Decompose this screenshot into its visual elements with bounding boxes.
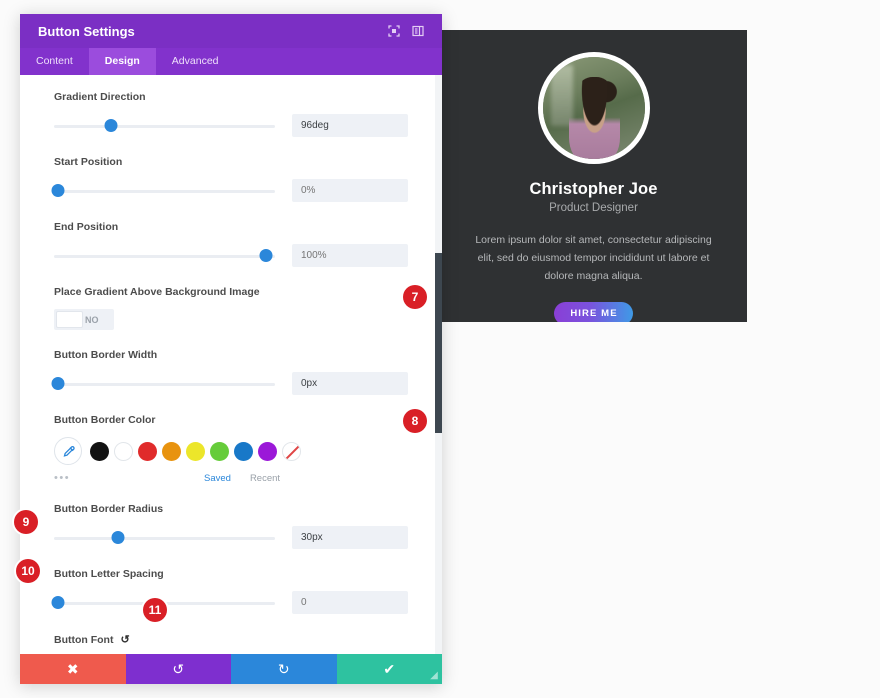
annotation-badge-10: 10 (16, 559, 40, 583)
slider-knob[interactable] (51, 376, 65, 390)
label-start-position: Start Position (54, 156, 123, 168)
swatch-yellow[interactable] (186, 441, 205, 461)
field-place-gradient: Place Gradient Above Background Image NO (20, 286, 442, 330)
toggle-place-gradient[interactable]: NO (54, 309, 114, 330)
color-swatch-row (54, 437, 408, 465)
more-colors-button[interactable]: ••• (54, 472, 204, 484)
input-border-width[interactable] (292, 372, 408, 395)
label-gradient-direction: Gradient Direction (54, 91, 146, 103)
annotation-badge-11: 11 (143, 598, 167, 622)
field-border-color: Button Border Color ••• Saved Recent (20, 414, 442, 484)
resize-handle-icon[interactable]: ◢ (428, 670, 440, 682)
label-border-radius: Button Border Radius (54, 503, 164, 515)
reset-icon[interactable]: ↺ (120, 633, 129, 646)
slider-gradient-direction[interactable] (54, 118, 275, 133)
panel-layout-icon[interactable] (408, 21, 428, 41)
undo-icon[interactable]: ↺ (125, 654, 231, 684)
preview-name: Christopher Joe (529, 180, 658, 198)
close-icon[interactable]: ✖ (20, 654, 126, 684)
action-bar: ✖ ↺ ↻ ✔ ◢ (20, 654, 442, 684)
annotation-badge-8: 8 (403, 409, 427, 433)
label-button-font-text: Button Font (54, 633, 114, 646)
swatch-purple[interactable] (258, 441, 277, 461)
swatch-none[interactable] (282, 441, 301, 461)
eyedropper-icon[interactable] (54, 437, 82, 465)
swatch-blue[interactable] (234, 441, 253, 461)
slider-border-radius[interactable] (54, 530, 275, 545)
preview-body-text: Lorem ipsum dolor sit amet, consectetur … (475, 234, 712, 283)
label-button-font: Button Font ↺ (20, 633, 442, 647)
input-start-position[interactable] (292, 179, 408, 202)
swatch-orange[interactable] (162, 441, 181, 461)
field-button-font: Button Font ↺ Open Sans ▲▼ (20, 633, 442, 654)
label-border-width: Button Border Width (54, 349, 158, 361)
button-settings-modal: Button Settings Content Design Advanced … (20, 14, 442, 684)
input-border-radius[interactable] (292, 526, 408, 549)
field-border-width: Button Border Width (20, 349, 442, 395)
slider-knob[interactable] (51, 183, 65, 197)
user-avatar-photo (542, 57, 645, 159)
screen: Christopher Joe Product Designer Lorem i… (0, 0, 880, 698)
field-letter-spacing: Button Letter Spacing (20, 568, 442, 614)
recent-colors-link[interactable]: Recent (250, 473, 280, 484)
preview-role: Product Designer (549, 202, 638, 214)
tab-advanced[interactable]: Advanced (156, 48, 235, 75)
slider-track (54, 254, 275, 258)
field-border-radius: Button Border Radius (20, 503, 442, 549)
toggle-value: NO (85, 314, 99, 325)
slider-border-width[interactable] (51, 376, 275, 391)
slider-knob[interactable] (51, 595, 65, 609)
hire-me-button[interactable]: HIRE ME (554, 302, 633, 322)
tab-bar: Content Design Advanced (20, 48, 442, 75)
checkmark-icon[interactable]: ✔ (336, 654, 442, 684)
swatch-green[interactable] (210, 441, 229, 461)
slider-track (54, 124, 275, 128)
slider-knob[interactable] (104, 118, 118, 132)
label-place-gradient: Place Gradient Above Background Image (54, 286, 260, 298)
toggle-knob (56, 311, 83, 328)
swatch-black[interactable] (90, 441, 109, 461)
annotation-badge-7: 7 (403, 285, 427, 309)
preview-card: Christopher Joe Product Designer Lorem i… (440, 30, 747, 322)
redo-icon[interactable]: ↻ (231, 654, 337, 684)
settings-scroll-area: Gradient Direction Start Position (20, 75, 442, 654)
slider-track (54, 536, 275, 540)
avatar (537, 52, 650, 164)
slider-track (54, 189, 275, 193)
annotation-badge-9: 9 (14, 510, 38, 534)
saved-colors-link[interactable]: Saved (204, 473, 231, 484)
input-letter-spacing[interactable] (292, 591, 408, 614)
slider-end-position[interactable] (54, 248, 275, 263)
label-end-position: End Position (54, 221, 119, 233)
label-letter-spacing: Button Letter Spacing (54, 568, 164, 580)
swatch-white[interactable] (114, 441, 133, 461)
slider-start-position[interactable] (51, 183, 275, 198)
scrollbar-track[interactable] (435, 75, 442, 654)
input-gradient-direction[interactable] (292, 114, 408, 137)
slider-knob[interactable] (259, 248, 273, 262)
tab-content[interactable]: Content (20, 48, 89, 75)
swatch-red[interactable] (138, 441, 157, 461)
slider-track (54, 382, 275, 386)
scrollbar-thumb[interactable] (435, 253, 442, 433)
label-border-color: Button Border Color (54, 414, 156, 426)
slider-knob[interactable] (111, 530, 125, 544)
tab-design[interactable]: Design (88, 48, 156, 75)
page-title: Button Settings (38, 23, 135, 39)
modal-header: Button Settings (20, 14, 442, 48)
field-gradient-direction: Gradient Direction (20, 91, 442, 137)
input-end-position[interactable] (292, 244, 408, 267)
field-start-position: Start Position (20, 156, 442, 202)
expand-icon[interactable] (384, 21, 404, 41)
field-end-position: End Position (20, 221, 442, 267)
